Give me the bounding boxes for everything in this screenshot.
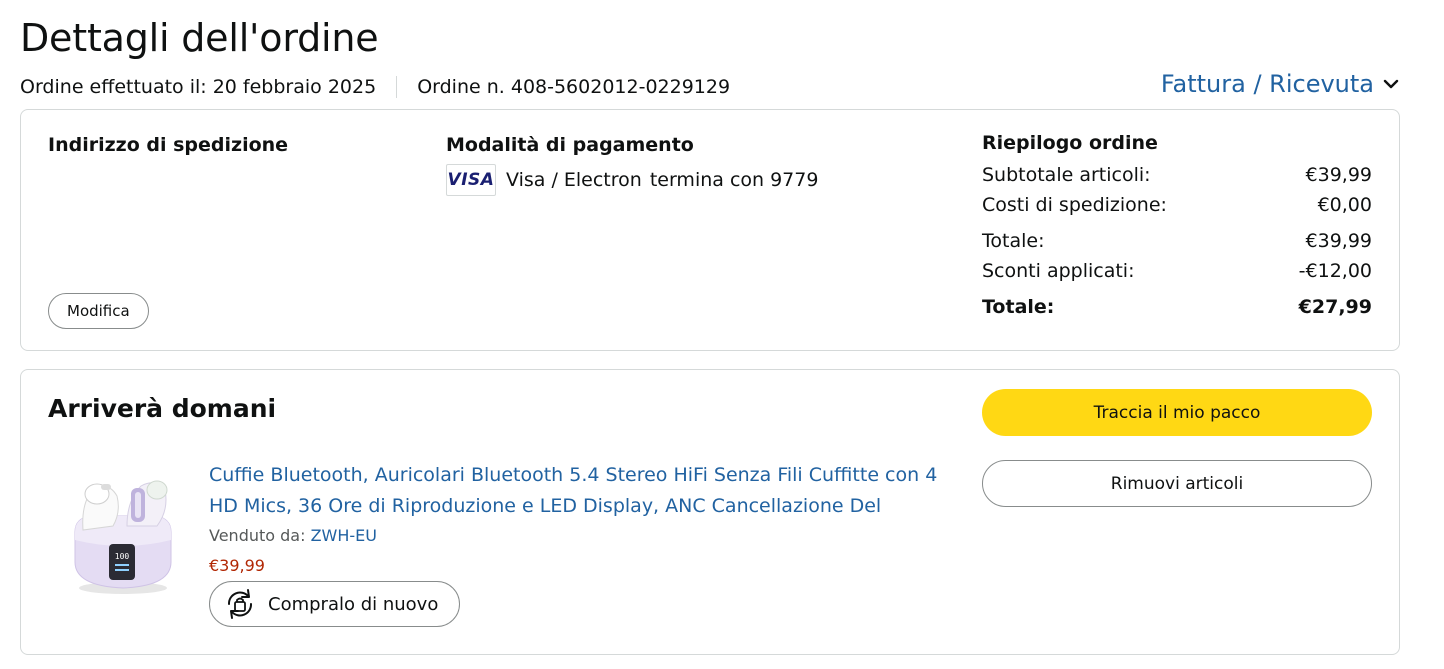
summary-row-shipping: Costi di spedizione: €0,00 [982, 190, 1372, 220]
card-type: Visa / Electron [506, 169, 642, 191]
summary-value: €39,99 [1305, 230, 1372, 252]
sold-by-label: Venduto da: [209, 526, 306, 545]
delivery-heading: Arriverà domani [48, 394, 277, 423]
case-display: 100 [115, 552, 130, 561]
buy-again-button[interactable]: Compralo di nuovo [209, 581, 460, 627]
summary-row-grand-total: Totale: €27,99 [982, 292, 1372, 322]
product-image[interactable]: 100 [61, 460, 185, 598]
track-package-button[interactable]: Traccia il mio pacco [982, 389, 1372, 436]
shipping-heading: Indirizzo di spedizione [48, 134, 289, 156]
summary-label: Costi di spedizione: [982, 194, 1167, 216]
summary-label: Sconti applicati: [982, 260, 1135, 282]
order-info-card: Indirizzo di spedizione Modifica Modalit… [20, 109, 1400, 351]
summary-label: Totale: [982, 230, 1045, 252]
summary-label: Totale: [982, 296, 1055, 318]
summary-row-subtotal: Subtotale articoli: €39,99 [982, 160, 1372, 190]
summary-value: €39,99 [1305, 164, 1372, 186]
seller-link[interactable]: ZWH-EU [311, 526, 377, 545]
order-number: Ordine n. 408-5602012-0229129 [417, 76, 731, 98]
card-ending: termina con 9779 [649, 169, 819, 191]
payment-heading: Modalità di pagamento [446, 134, 694, 156]
visa-logo: VISA [446, 164, 496, 196]
summary-label: Subtotale articoli: [982, 164, 1151, 186]
summary-value: €27,99 [1298, 296, 1372, 318]
buy-again-label[interactable]: Compralo di nuovo [268, 594, 438, 615]
product-price: €39,99 [209, 556, 265, 575]
order-meta: Ordine effettuato il: 20 febbraio 2025 O… [20, 76, 730, 98]
payment-text: Visa / Electron termina con 9779 [506, 169, 818, 191]
remove-items-button[interactable]: Rimuovi articoli [982, 460, 1372, 507]
invoice-dropdown[interactable]: Fattura / Ricevuta [1161, 70, 1400, 98]
summary-row-total: Totale: €39,99 [982, 226, 1372, 256]
summary-value: -€12,00 [1298, 260, 1372, 282]
buy-again-icon [227, 589, 253, 619]
shipment-card: Arriverà domani 100 Cuffie Bluetooth, Au… [20, 369, 1400, 655]
summary-value: €0,00 [1317, 194, 1372, 216]
order-date: Ordine effettuato il: 20 febbraio 2025 [20, 76, 377, 98]
payment-method: VISA Visa / Electron termina con 9779 [446, 164, 818, 196]
product-title-link[interactable]: Cuffie Bluetooth, Auricolari Bluetooth 5… [209, 460, 939, 522]
summary-row-discount: Sconti applicati: -€12,00 [982, 256, 1372, 286]
page-title: Dettagli dell'ordine [20, 16, 379, 60]
sold-by: Venduto da: ZWH-EU [209, 526, 377, 545]
visa-logo-text: VISA [447, 170, 495, 190]
edit-address-button[interactable]: Modifica [48, 293, 149, 329]
summary-heading: Riepilogo ordine [982, 132, 1158, 154]
chevron-down-icon [1383, 79, 1399, 89]
order-summary: Riepilogo ordine Subtotale articoli: €39… [982, 132, 1372, 322]
invoice-link-label[interactable]: Fattura / Ricevuta [1161, 70, 1374, 98]
meta-divider [396, 76, 398, 98]
